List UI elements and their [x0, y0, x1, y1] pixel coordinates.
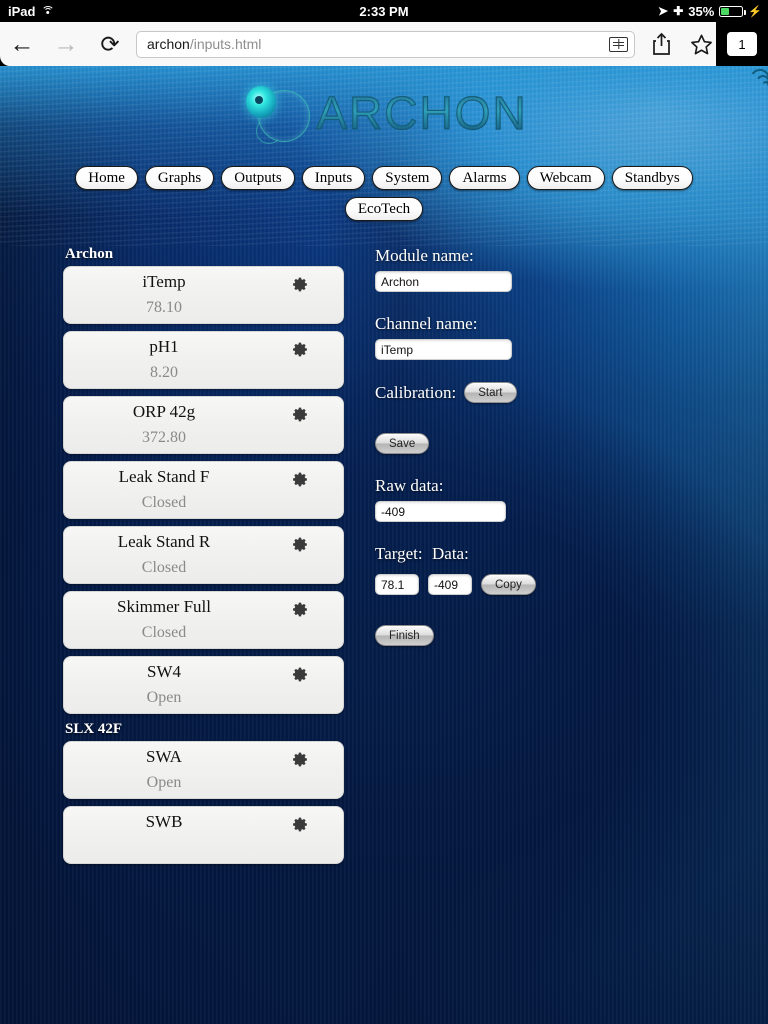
channel-card[interactable]: ORP 42g 372.80: [63, 396, 344, 454]
channel-card[interactable]: SWB: [63, 806, 344, 864]
reload-icon[interactable]: ⟳: [88, 22, 132, 66]
start-calibration-button[interactable]: Start: [464, 382, 517, 403]
channel-value: Open: [146, 689, 182, 706]
channel-value: Closed: [141, 494, 187, 511]
channel-value: Open: [146, 774, 182, 791]
page-background: ARCHON Home Graphs Outputs Inputs System…: [0, 66, 768, 1024]
main-navigation: Home Graphs Outputs Inputs System Alarms…: [0, 166, 768, 228]
nav-item-home[interactable]: Home: [75, 166, 138, 190]
url-path: /inputs.html: [189, 36, 262, 52]
gear-icon[interactable]: [292, 601, 309, 618]
nav-item-outputs[interactable]: Outputs: [221, 166, 295, 190]
gear-icon[interactable]: [292, 751, 309, 768]
reader-view-icon[interactable]: [609, 36, 628, 52]
channel-card[interactable]: Leak Stand F Closed: [63, 461, 344, 519]
gear-icon[interactable]: [292, 816, 309, 833]
nav-item-graphs[interactable]: Graphs: [144, 166, 215, 190]
nav-item-ecotech[interactable]: EcoTech: [344, 197, 424, 221]
copy-button[interactable]: Copy: [481, 574, 536, 595]
gear-icon[interactable]: [292, 471, 309, 488]
logo-wordmark: ARCHON: [316, 86, 528, 139]
nav-row-primary: Home Graphs Outputs Inputs System Alarms…: [0, 166, 768, 190]
channel-name: Skimmer Full: [117, 597, 211, 616]
location-arrow-icon: ➤: [657, 3, 669, 19]
group-title-slx42f: SLX 42F: [65, 721, 123, 737]
channel-list: Archon iTemp 78.10 pH1 8.20 ORP 42g 372.…: [63, 246, 344, 871]
target-label: Target:: [375, 544, 423, 563]
address-bar[interactable]: archon/inputs.html: [136, 30, 635, 58]
channel-name: Leak Stand R: [117, 532, 211, 551]
target-data-row: Copy: [375, 574, 705, 595]
channel-value: 8.20: [150, 364, 178, 381]
nav-item-webcam[interactable]: Webcam: [526, 166, 605, 190]
nav-item-system[interactable]: System: [372, 166, 443, 190]
ios-status-bar: iPad 2:33 PM ➤ ✚ 35% ⚡: [0, 0, 768, 22]
channel-name: SWA: [146, 747, 182, 766]
browser-toolbar: ← → ⟳ archon/inputs.html 1: [0, 22, 768, 66]
channel-name: pH1: [149, 337, 179, 356]
raw-data-input[interactable]: [375, 501, 506, 522]
save-button[interactable]: Save: [375, 433, 430, 454]
channel-value: 78.10: [146, 299, 182, 316]
channel-name-input[interactable]: [375, 339, 512, 360]
data-label: Data:: [432, 544, 469, 563]
nav-row-secondary: EcoTech: [0, 197, 768, 221]
archon-spiral-logo: [240, 82, 312, 144]
channel-name: SW4: [147, 662, 181, 681]
module-name-input[interactable]: [375, 271, 512, 292]
calibration-label: Calibration:: [375, 382, 457, 402]
gear-icon[interactable]: [292, 666, 309, 683]
status-bar-clock: 2:33 PM: [359, 3, 409, 19]
nav-item-standbys[interactable]: Standbys: [611, 166, 693, 190]
channel-name: Leak Stand F: [118, 467, 210, 486]
target-input[interactable]: [375, 574, 419, 595]
gear-icon[interactable]: [292, 406, 309, 423]
tab-count-button[interactable]: 1: [727, 32, 757, 56]
nav-item-alarms[interactable]: Alarms: [449, 166, 520, 190]
archon-logo: ARCHON: [0, 67, 768, 148]
group-title-archon: Archon: [65, 246, 114, 262]
channel-name: ORP 42g: [132, 402, 196, 421]
forward-arrow-icon[interactable]: →: [44, 22, 88, 66]
bookmark-star-icon[interactable]: [681, 22, 721, 66]
data-input[interactable]: [428, 574, 472, 595]
channel-card[interactable]: Leak Stand R Closed: [63, 526, 344, 584]
channel-card[interactable]: SWA Open: [63, 741, 344, 799]
back-arrow-icon[interactable]: ←: [0, 22, 44, 66]
battery-icon: [719, 5, 746, 17]
channel-card[interactable]: pH1 8.20: [63, 331, 344, 389]
gear-icon[interactable]: [292, 276, 309, 293]
channel-value: Closed: [141, 559, 187, 576]
finish-button[interactable]: Finish: [375, 625, 434, 646]
gear-icon[interactable]: [292, 536, 309, 553]
url-host: archon: [147, 36, 190, 52]
target-data-labels: Target: Data:: [375, 544, 705, 569]
module-name-label: Module name:: [375, 246, 474, 265]
raw-data-label: Raw data:: [375, 476, 444, 495]
calibration-row: Calibration: Start: [375, 382, 705, 403]
channel-card[interactable]: Skimmer Full Closed: [63, 591, 344, 649]
channel-detail-form: Module name: Channel name: Calibration: …: [375, 246, 705, 646]
channel-name-label: Channel name:: [375, 314, 478, 333]
channel-card[interactable]: SW4 Open: [63, 656, 344, 714]
share-icon[interactable]: [641, 22, 681, 66]
nav-item-inputs[interactable]: Inputs: [301, 166, 366, 190]
channel-card[interactable]: iTemp 78.10: [63, 266, 344, 324]
channel-name: SWB: [145, 812, 183, 831]
channel-value: Closed: [141, 624, 187, 641]
channel-value: 372.80: [142, 429, 186, 446]
gear-icon[interactable]: [292, 341, 309, 358]
wifi-signal-icon: [748, 66, 768, 92]
channel-name: iTemp: [142, 272, 186, 291]
